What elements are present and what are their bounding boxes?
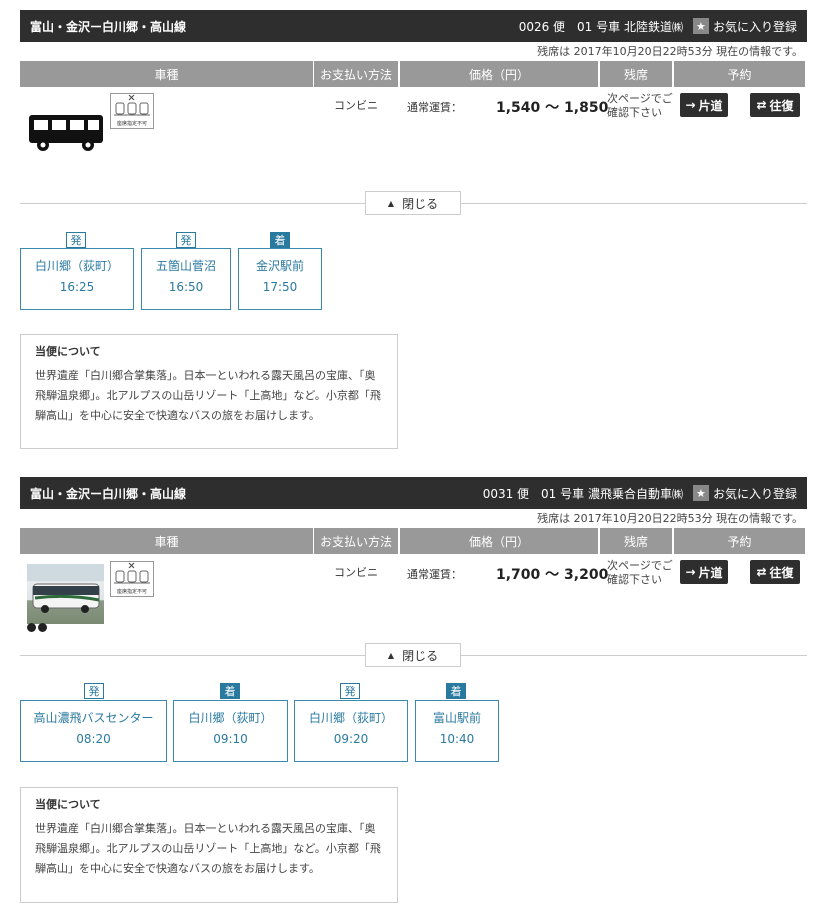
seat-status-note: 残席は 2017年10月20日22時53分 現在の情報です。 [537, 45, 803, 58]
trip-info-title: 当便について [35, 345, 101, 358]
close-details-button[interactable]: ▲ 閉じる [365, 643, 461, 667]
col-seats: 残席 [600, 61, 672, 87]
result-header: 富山・金沢ー白川郷・高山線 0026 便 01 号車 北陸鉄道㈱ ★ お気に入り… [20, 10, 807, 42]
operator-suffix: ㈱ [671, 20, 683, 34]
col-vehicle: 車種 [20, 61, 313, 87]
arrival-badge: 着 [220, 683, 240, 699]
trip-info-box: 当便について 世界遺産「白川郷合掌集落」。日本一といわれる露天風呂の宝庫、「奥飛… [20, 334, 398, 449]
stop-name: 白川郷（荻町） [34, 259, 119, 273]
pager-dot[interactable] [38, 623, 47, 632]
fare-label: 通常運賃： [407, 101, 462, 114]
stop-time: 09:10 [213, 732, 248, 746]
stop-name: 富山駅前 [432, 711, 481, 725]
trip-number: 0026 便 01 号車 [518, 19, 621, 34]
payment-method: コンビニ [334, 566, 378, 579]
departure-badge: 発 [176, 232, 196, 248]
stop-box[interactable]: 白川郷（荻町） 16:25 [20, 248, 134, 310]
arrival-badge: 着 [446, 683, 466, 699]
photo-pager [27, 623, 47, 632]
stop-time: 16:25 [59, 280, 95, 294]
stop-name: 白川郷（荻町） [308, 711, 393, 725]
departure-badge: 発 [84, 683, 104, 699]
star-icon: ★ [692, 485, 709, 501]
route-title: 富山・金沢ー白川郷・高山線 [30, 486, 187, 501]
col-booking: 予約 [674, 528, 805, 554]
stop-time: 17:50 [262, 280, 298, 294]
col-price: 価格（円） [400, 61, 598, 87]
bus-result-2: 富山・金沢ー白川郷・高山線 0031 便 01 号車 濃飛乗合自動車㈱ ★ お気… [0, 451, 817, 903]
col-payment: お支払い方法 [314, 528, 398, 554]
trip-info-text: 世界遺産「白川郷合掌集落」。日本一といわれる露天風呂の宝庫、「奥飛騨温泉郷」。北… [35, 822, 381, 875]
stop-box[interactable]: 高山濃飛バスセンター 08:20 [20, 700, 167, 762]
stop-time: 16:50 [168, 280, 204, 294]
stop-box[interactable]: 白川郷（荻町） 09:20 [294, 700, 408, 762]
star-icon: ★ [692, 18, 709, 34]
bus-photo[interactable] [27, 564, 104, 624]
swap-arrows-icon: ⇄ [756, 565, 767, 579]
bus-icon [29, 115, 103, 151]
svg-text:座席指定不可: 座席指定不可 [117, 588, 147, 595]
favorite-button[interactable]: ★ お気に入り登録 [692, 485, 797, 502]
col-payment: お支払い方法 [314, 61, 398, 87]
stop-name: 金沢駅前 [255, 259, 304, 273]
trip-info-title: 当便について [35, 798, 101, 811]
oneway-button[interactable]: → 片道 [680, 93, 728, 117]
trip-info-box: 当便について 世界遺産「白川郷合掌集落」。日本一といわれる露天風呂の宝庫、「奥飛… [20, 787, 398, 903]
roundtrip-button[interactable]: ⇄ 往復 [750, 560, 800, 584]
col-seats: 残席 [600, 528, 672, 554]
swap-arrows-icon: ⇄ [756, 98, 767, 112]
payment-method: コンビニ [334, 99, 378, 112]
arrow-right-icon: → [685, 565, 696, 579]
seat-not-assignable-icon: 座席指定不可 [110, 93, 154, 129]
col-booking: 予約 [674, 61, 805, 87]
fare-range: 1,540 〜 1,850 [496, 100, 609, 116]
pager-dot[interactable] [27, 623, 36, 632]
triangle-up-icon: ▲ [387, 650, 395, 660]
trip-info-text: 世界遺産「白川郷合掌集落」。日本一といわれる露天風呂の宝庫、「奥飛騨温泉郷」。北… [35, 369, 381, 422]
result-header: 富山・金沢ー白川郷・高山線 0031 便 01 号車 濃飛乗合自動車㈱ ★ お気… [20, 477, 807, 509]
operator-name: 北陸鉄道 [623, 19, 672, 34]
seat-availability-note: 次ページでご確認下さい [607, 559, 673, 586]
favorite-button[interactable]: ★ お気に入り登録 [692, 18, 797, 35]
bus-result-1: 富山・金沢ー白川郷・高山線 0026 便 01 号車 北陸鉄道㈱ ★ お気に入り… [0, 0, 817, 449]
route-title: 富山・金沢ー白川郷・高山線 [30, 19, 187, 34]
arrow-right-icon: → [685, 98, 696, 112]
seat-not-assignable-icon: 座席指定不可 [110, 561, 154, 597]
operator-suffix: ㈱ [671, 487, 683, 501]
departure-badge: 発 [66, 232, 86, 248]
seat-availability-note: 次ページでご確認下さい [607, 92, 673, 119]
departure-badge: 発 [340, 683, 360, 699]
favorite-label: お気に入り登録 [712, 486, 797, 501]
stop-time: 08:20 [76, 732, 111, 746]
stop-name: 白川郷（荻町） [188, 711, 273, 725]
favorite-label: お気に入り登録 [712, 19, 797, 34]
svg-text:座席指定不可: 座席指定不可 [117, 120, 147, 127]
fare-label: 通常運賃： [407, 568, 462, 581]
stop-box[interactable]: 五箇山菅沼 16:50 [141, 248, 231, 310]
stop-box[interactable]: 富山駅前 10:40 [415, 700, 499, 762]
oneway-button[interactable]: → 片道 [680, 560, 728, 584]
col-vehicle: 車種 [20, 528, 313, 554]
stop-name: 高山濃飛バスセンター [33, 711, 154, 725]
stop-name: 五箇山菅沼 [155, 259, 216, 273]
stop-time: 10:40 [439, 732, 475, 746]
stop-box[interactable]: 白川郷（荻町） 09:10 [173, 700, 288, 762]
bus-photo-image [32, 583, 100, 613]
close-details-button[interactable]: ▲ 閉じる [365, 191, 461, 215]
operator-name: 濃飛乗合自動車 [587, 486, 672, 501]
arrival-badge: 着 [270, 232, 290, 248]
seat-status-note: 残席は 2017年10月20日22時53分 現在の情報です。 [537, 512, 803, 525]
roundtrip-button[interactable]: ⇄ 往復 [750, 93, 800, 117]
triangle-up-icon: ▲ [387, 198, 395, 208]
stop-box[interactable]: 金沢駅前 17:50 [238, 248, 322, 310]
col-price: 価格（円） [400, 528, 598, 554]
fare-range: 1,700 〜 3,200 [496, 567, 609, 583]
trip-number: 0031 便 01 号車 [482, 486, 585, 501]
stop-time: 09:20 [333, 732, 369, 746]
